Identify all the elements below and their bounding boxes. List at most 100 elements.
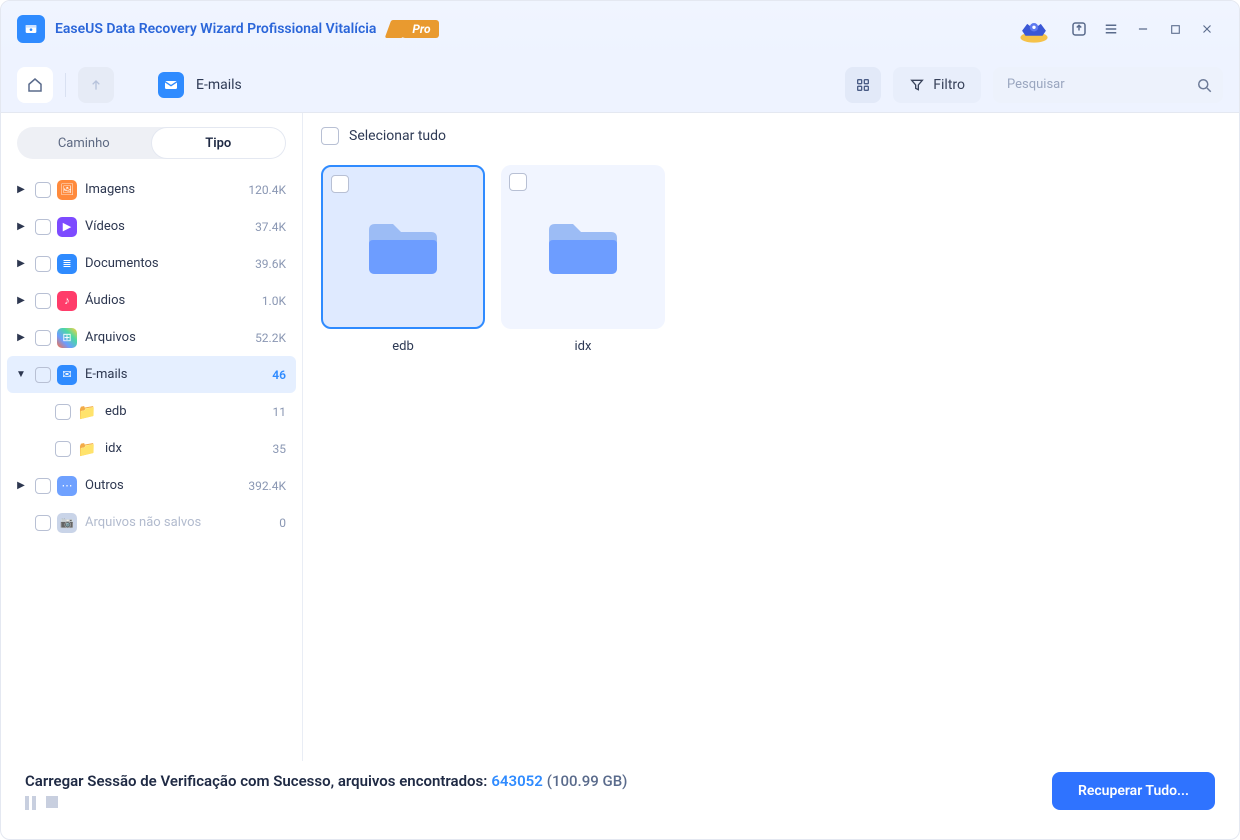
footer: Carregar Sessão de Verificação com Suces… — [1, 761, 1239, 839]
chevron-right-icon[interactable]: ▶ — [13, 221, 29, 232]
status-count: 643052 — [491, 772, 542, 790]
tree-row-imagens[interactable]: ▶🖼Imagens120.4K — [7, 171, 296, 208]
tree-count: 11 — [273, 405, 287, 419]
user-badge-icon[interactable] — [1017, 15, 1051, 43]
titlebar: EaseUS Data Recovery Wizard Profissional… — [1, 1, 1239, 57]
folder-card-edb[interactable]: edb — [321, 165, 485, 354]
folder-icon — [543, 214, 623, 280]
breadcrumb-label: E-mails — [196, 77, 242, 93]
segment-type[interactable]: Tipo — [151, 127, 287, 159]
chevron-right-icon[interactable]: ▶ — [13, 184, 29, 195]
tree-row-e-mails[interactable]: ▼ ✉ E-mails46 — [7, 356, 296, 393]
pro-badge: Pro — [388, 20, 438, 38]
chevron-right-icon[interactable]: ▶ — [13, 258, 29, 269]
cat-folder-icon: 📁 — [77, 439, 97, 459]
category-tree: ▶🖼Imagens120.4K▶▶Vídeos37.4K▶≣Documentos… — [7, 171, 296, 761]
scan-controls — [25, 796, 58, 810]
tree-label: Outros — [85, 478, 248, 493]
close-button[interactable] — [1191, 13, 1223, 45]
tree-count: 0 — [279, 516, 286, 530]
home-button[interactable] — [17, 67, 53, 103]
app-title: EaseUS Data Recovery Wizard Profissional… — [55, 21, 376, 37]
cat-folder-icon: 📁 — [77, 402, 97, 422]
folder-card-idx[interactable]: idx — [501, 165, 665, 354]
folder-grid: edbidx — [303, 159, 1239, 761]
select-all-checkbox[interactable] — [321, 127, 339, 145]
search-input[interactable] — [993, 67, 1223, 103]
maximize-button[interactable] — [1159, 13, 1191, 45]
cat-aud-icon: ♪ — [57, 291, 77, 311]
folder-thumb[interactable] — [501, 165, 665, 329]
tree-label: Documentos — [85, 256, 255, 271]
card-checkbox[interactable] — [509, 173, 527, 191]
chevron-down-icon[interactable]: ▼ — [13, 369, 29, 380]
filter-button[interactable]: Filtro — [893, 67, 981, 103]
tree-count: 392.4K — [248, 479, 286, 493]
tree-checkbox[interactable] — [35, 256, 51, 272]
tree-row-arquivos[interactable]: ▶⊞Arquivos52.2K — [7, 319, 296, 356]
status-line: Carregar Sessão de Verificação com Suces… — [25, 772, 1215, 790]
tree-checkbox[interactable] — [35, 293, 51, 309]
recover-all-button[interactable]: Recuperar Tudo... — [1052, 772, 1215, 810]
tree-count: 1.0K — [262, 294, 286, 308]
tree-row-vídeos[interactable]: ▶▶Vídeos37.4K — [7, 208, 296, 245]
up-button[interactable] — [78, 67, 114, 103]
chevron-right-icon[interactable]: ▶ — [13, 480, 29, 491]
tree-row-áudios[interactable]: ▶ ♪ Áudios1.0K — [7, 282, 296, 319]
tree-count: 37.4K — [255, 220, 286, 234]
filter-icon — [909, 77, 925, 93]
pause-icon[interactable] — [25, 796, 36, 810]
grid-view-button[interactable] — [845, 67, 881, 103]
select-all-label: Selecionar tudo — [349, 128, 446, 144]
body: Caminho Tipo ▶🖼Imagens120.4K▶▶Vídeos37.4… — [1, 113, 1239, 761]
tree-count: 120.4K — [248, 183, 286, 197]
cat-other-icon: ⋯ — [57, 476, 77, 496]
view-segment: Caminho Tipo — [17, 127, 286, 159]
tree-row-arquivos-não-salvos[interactable]: 📷 Arquivos não salvos0 — [7, 504, 296, 541]
tree-count: 39.6K — [255, 257, 286, 271]
folder-icon — [363, 214, 443, 280]
tree-count: 46 — [272, 368, 286, 382]
menu-icon[interactable] — [1095, 13, 1127, 45]
tree-checkbox[interactable] — [35, 219, 51, 235]
tree-label: Vídeos — [85, 219, 255, 234]
cat-uns-icon: 📷 — [57, 513, 77, 533]
tree-label: edb — [105, 404, 273, 419]
content-area: Selecionar tudo edbidx — [303, 113, 1239, 761]
tree-checkbox[interactable] — [55, 404, 71, 420]
filter-label: Filtro — [933, 77, 965, 93]
cat-doc-icon: ≣ — [57, 254, 77, 274]
tree-checkbox[interactable] — [35, 478, 51, 494]
chevron-right-icon[interactable]: ▶ — [13, 332, 29, 343]
app-window: EaseUS Data Recovery Wizard Profissional… — [0, 0, 1240, 840]
tree-checkbox[interactable] — [35, 367, 51, 383]
tree-label: E-mails — [85, 367, 272, 382]
status-size: (100.99 GB) — [547, 772, 628, 790]
tree-label: Arquivos não salvos — [85, 515, 279, 530]
minimize-button[interactable] — [1127, 13, 1159, 45]
tree-row-idx[interactable]: 📁idx35 — [7, 430, 296, 467]
cat-arc-icon: ⊞ — [57, 328, 77, 348]
toolbar-separator — [65, 73, 66, 97]
tree-checkbox[interactable] — [55, 441, 71, 457]
tree-count: 35 — [273, 442, 287, 456]
tree-label: Áudios — [85, 293, 262, 308]
tree-checkbox[interactable] — [35, 330, 51, 346]
cat-img-icon: 🖼 — [57, 180, 77, 200]
card-checkbox[interactable] — [331, 175, 349, 193]
search-box[interactable] — [993, 67, 1223, 103]
chevron-right-icon[interactable]: ▶ — [13, 295, 29, 306]
tree-row-outros[interactable]: ▶ ⋯ Outros392.4K — [7, 467, 296, 504]
tree-label: Arquivos — [85, 330, 255, 345]
tree-checkbox[interactable] — [35, 182, 51, 198]
stop-icon[interactable] — [46, 796, 58, 808]
cat-mail-icon: ✉ — [57, 365, 77, 385]
envelope-icon — [158, 72, 184, 98]
folder-thumb[interactable] — [321, 165, 485, 329]
share-icon[interactable] — [1063, 13, 1095, 45]
segment-path[interactable]: Caminho — [17, 127, 151, 159]
tree-checkbox[interactable] — [35, 515, 51, 531]
tree-row-documentos[interactable]: ▶ ≣ Documentos39.6K — [7, 245, 296, 282]
status-prefix: Carregar Sessão de Verificação com Suces… — [25, 772, 487, 790]
tree-row-edb[interactable]: 📁 edb11 — [7, 393, 296, 430]
